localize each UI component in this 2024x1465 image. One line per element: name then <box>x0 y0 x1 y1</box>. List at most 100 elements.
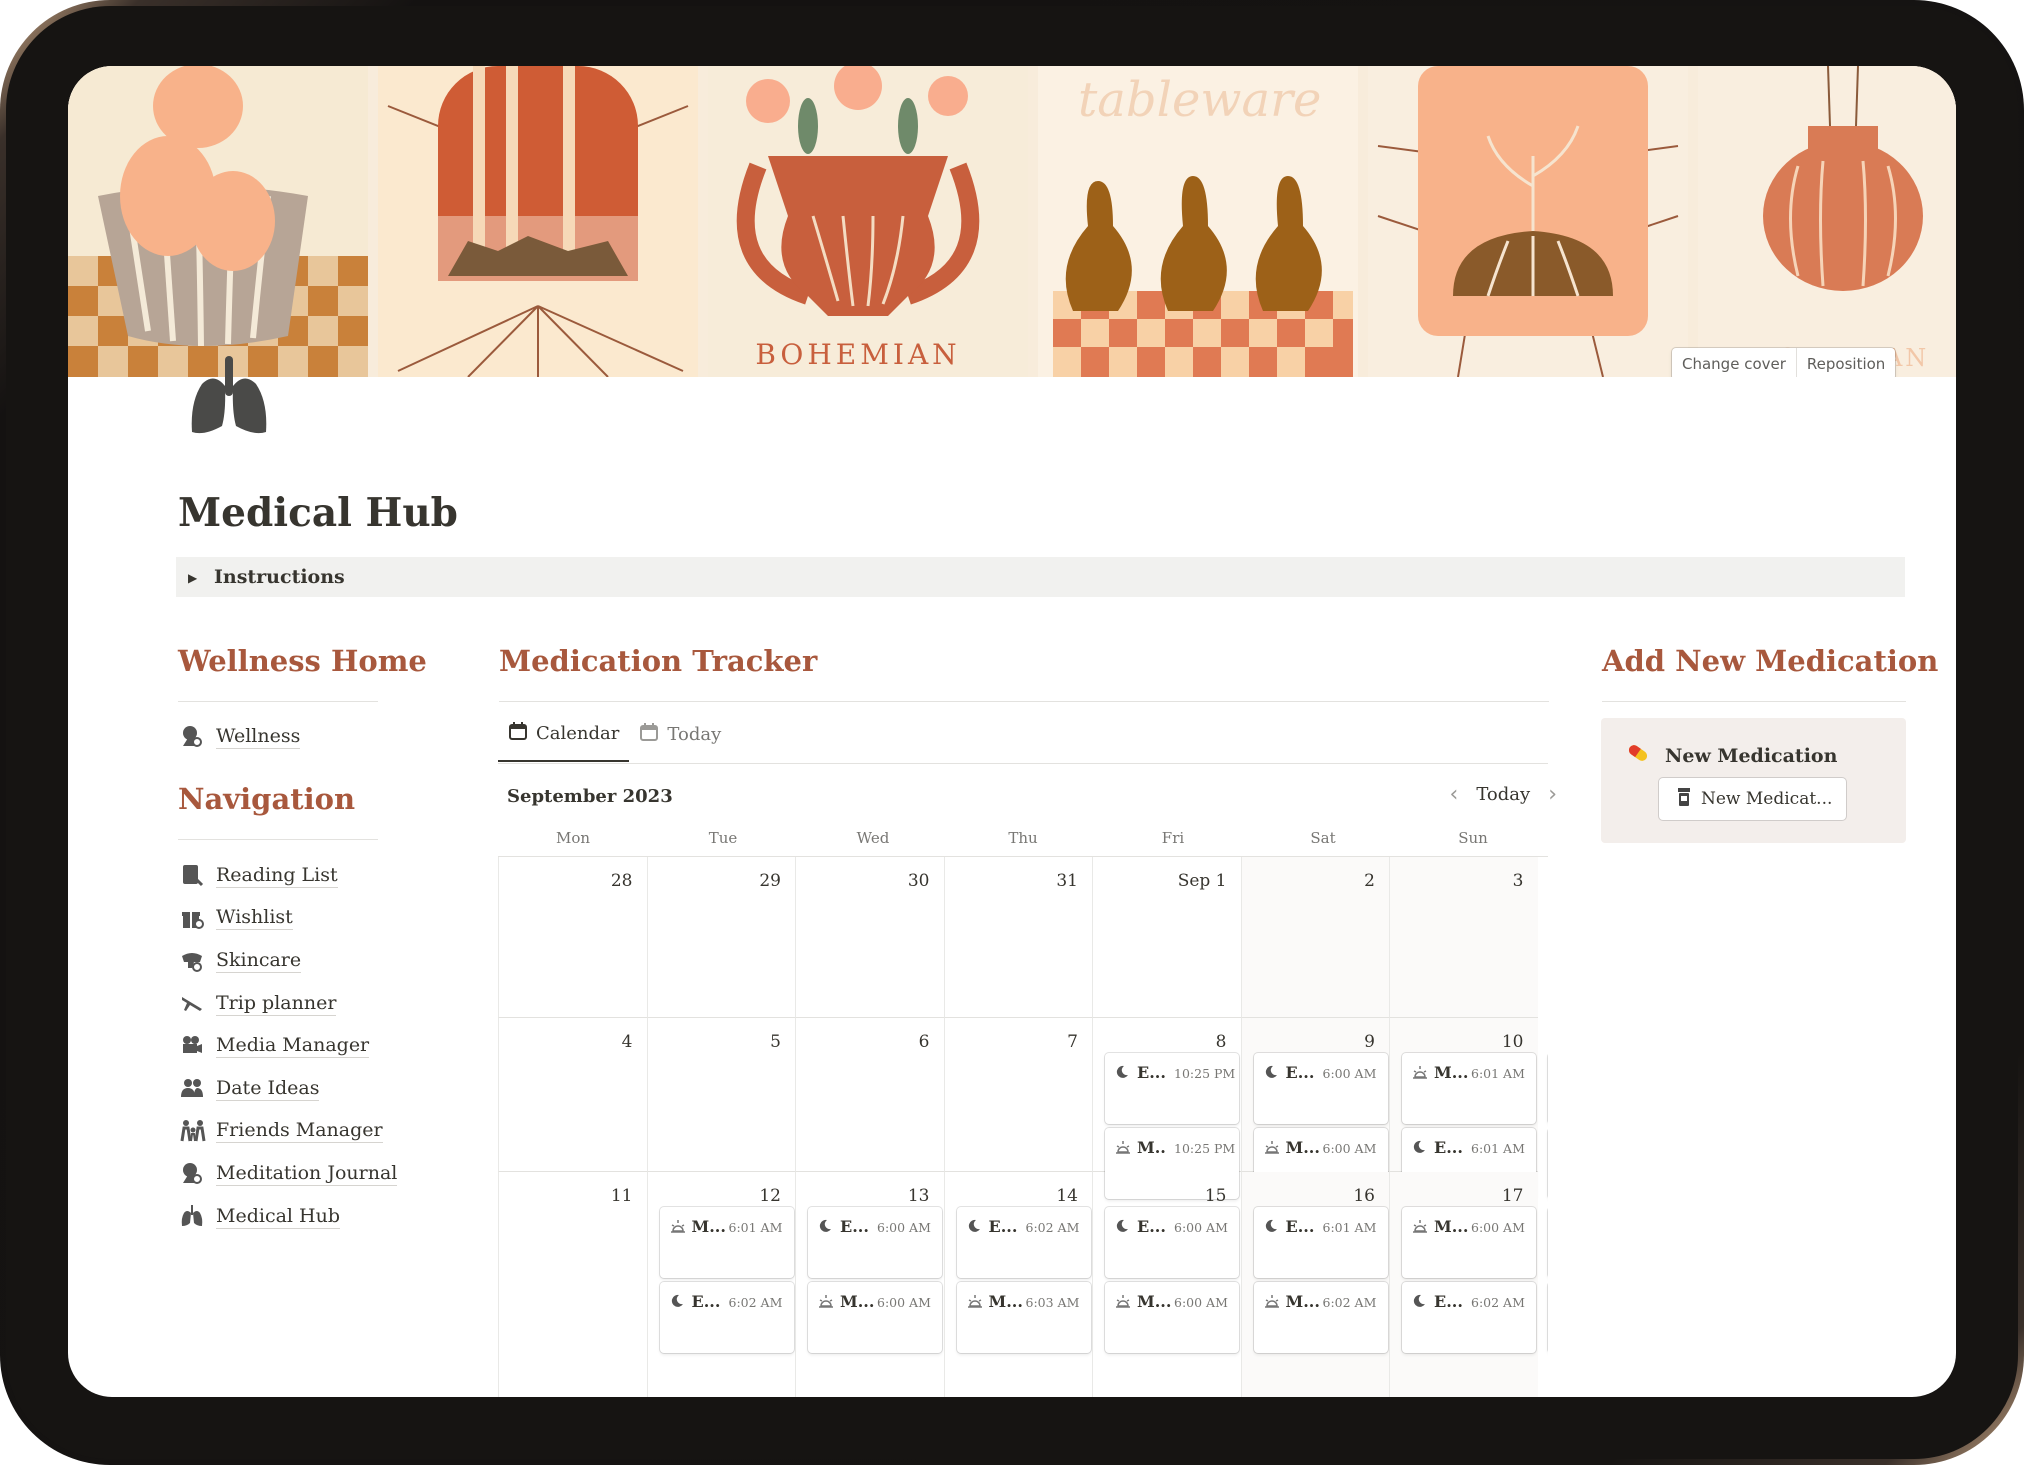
moon-icon <box>1264 1065 1278 1083</box>
calendar-day[interactable]: 7 <box>943 1018 1092 1172</box>
calendar-day[interactable]: 31 <box>943 857 1092 1018</box>
calendar-day[interactable]: 16 E... 6:01 AM M... 6:02 AM <box>1240 1172 1389 1397</box>
event-time: 6:01 AM <box>1471 1066 1525 1081</box>
medication-event[interactable]: E <box>1547 1282 1548 1353</box>
day-number: 30 <box>907 871 930 891</box>
medication-event[interactable]: M... 6:03 AM <box>956 1282 1091 1353</box>
couple-icon <box>180 1073 210 1103</box>
medication-event[interactable]: E... 6:00 AM <box>1105 1207 1239 1278</box>
moon-icon <box>1412 1140 1426 1158</box>
calendar-day[interactable]: 12 M... 6:01 AM E... 6:02 AM <box>646 1172 796 1397</box>
calendar-day[interactable]: 14 E... 6:02 AM M... 6:03 AM <box>943 1172 1093 1397</box>
sunrise-icon <box>818 1294 834 1312</box>
pill-bottle-icon <box>1677 787 1691 812</box>
day-number: 29 <box>759 871 781 891</box>
calendar-day[interactable]: 8 E... 10:25 PM M.. 10:25 PM <box>1092 1018 1241 1199</box>
chevron-left-icon[interactable]: ‹ <box>1450 782 1459 807</box>
calendar-day[interactable]: 28 <box>498 857 647 1018</box>
weekday-label: Mon <box>555 829 591 847</box>
medication-event[interactable]: M... 6:00 AM <box>1402 1207 1536 1278</box>
medication-event[interactable]: M... 6:01 AM <box>659 1207 794 1278</box>
triangle-right-icon[interactable]: ▶ <box>188 558 208 598</box>
medication-event[interactable]: E... 10:25 PM <box>1105 1053 1239 1124</box>
event-time: 6:01 AM <box>1322 1220 1377 1235</box>
new-medication-card: New Medication New Medicat... <box>1601 718 1906 843</box>
event-time: 10:25 PM <box>1174 1066 1236 1081</box>
day-number: 2 <box>1364 871 1375 891</box>
tab-calendar[interactable]: Calendar <box>498 706 630 762</box>
calendar-month: September 2023 <box>507 786 673 807</box>
instructions-toggle[interactable]: ▶ Instructions <box>176 557 1905 597</box>
event-time: 6:00 AM <box>1174 1295 1228 1310</box>
medication-event[interactable]: E... 6:02 AM <box>659 1282 794 1353</box>
calendar-day[interactable]: 9 E... 6:00 AM M... 6:00 AM <box>1240 1018 1389 1199</box>
calendar-day[interactable]: 5 <box>646 1018 795 1172</box>
link-wellness[interactable]: Wellness <box>180 715 301 758</box>
today-button[interactable]: Today <box>1476 784 1530 805</box>
divider <box>499 701 1549 702</box>
reposition-button[interactable]: Reposition <box>1795 348 1895 377</box>
medication-event[interactable]: M... 6:02 AM <box>1253 1282 1388 1353</box>
link-reading-list[interactable]: Reading List <box>180 854 397 897</box>
add-new-medication-heading: Add New Medication <box>1602 644 1939 678</box>
weekday-label: Fri <box>1161 829 1185 847</box>
event-title: M.. <box>1137 1138 1166 1157</box>
calendar-day[interactable]: 29 <box>646 857 795 1018</box>
day-number: 15 <box>1204 1186 1227 1206</box>
calendar-day[interactable]: 3 <box>1389 857 1538 1018</box>
link-meditation-journal[interactable]: Meditation Journal <box>180 1152 398 1195</box>
medication-event[interactable]: E... 6:02 AM <box>956 1207 1091 1278</box>
tab-today[interactable]: Today <box>629 706 731 762</box>
event-title: M... <box>1434 1217 1469 1236</box>
navigation-heading: Navigation <box>178 782 356 816</box>
calendar-day[interactable]: 6 <box>795 1018 944 1172</box>
medication-event[interactable]: E... 6:01 AM <box>1253 1207 1388 1278</box>
link-date-ideas[interactable]: Date Ideas <box>180 1067 397 1110</box>
medication-event[interactable]: M <box>1547 1207 1548 1278</box>
medication-event[interactable]: E... 6:02 AM <box>1402 1282 1536 1353</box>
medication-event[interactable]: E... 6:00 AM <box>808 1207 942 1278</box>
medication-event[interactable]: M <box>1547 1128 1548 1199</box>
calendar-day[interactable]: 17 M... 6:00 AM E... 6:02 AM <box>1389 1172 1538 1397</box>
calendar-week: 28 29 30 31 Sep 1 2 3 <box>498 857 1548 1018</box>
calendar-icon <box>639 722 659 747</box>
event-title: E... <box>988 1217 1018 1236</box>
page-title[interactable]: Medical Hub <box>178 490 458 536</box>
medication-event[interactable]: M... 6:00 AM <box>808 1282 942 1353</box>
calendar-day[interactable]: 30 <box>795 857 944 1018</box>
head-person-icon <box>180 721 210 751</box>
calendar-day[interactable]: Sep 1 <box>1092 857 1241 1018</box>
day-number: 5 <box>770 1032 781 1052</box>
medication-event[interactable]: E... 6:00 AM <box>1253 1053 1388 1124</box>
event-title: E... <box>1137 1217 1166 1236</box>
link-friends-manager[interactable]: Friends Manager <box>180 1110 397 1153</box>
medication-event[interactable]: M... 6:00 AM <box>1105 1282 1239 1353</box>
calendar-week: 4 5 6 7 8 E... 10:25 PM M.. 10:25 PM 9 E... 6:00 AM… <box>498 1018 1548 1199</box>
cover-art-text: BOHEMIAN <box>755 338 960 371</box>
link-media-manager[interactable]: Media Manager <box>180 1024 397 1067</box>
new-medication-button[interactable]: New Medicat... <box>1659 778 1846 820</box>
chevron-right-icon[interactable]: › <box>1548 782 1557 807</box>
lungs-icon[interactable] <box>184 352 274 442</box>
medication-event[interactable]: M... 6:01 AM <box>1402 1053 1536 1124</box>
link-wishlist[interactable]: Wishlist <box>180 897 397 940</box>
calendar-day[interactable]: 4 <box>498 1018 647 1172</box>
event-title: E... <box>1434 1138 1463 1157</box>
pill-icon <box>1625 740 1651 771</box>
day-number: 9 <box>1364 1032 1375 1052</box>
cover-illustration: BOHEMIAN tableware BO <box>68 66 1956 377</box>
calendar-day[interactable]: 10 M... 6:01 AM E... 6:01 AM <box>1389 1018 1538 1199</box>
calendar-day[interactable]: 2 <box>1240 857 1389 1018</box>
calendar-day[interactable]: 11 <box>498 1172 647 1397</box>
calendar-grid: 28 29 30 31 Sep 1 2 3 4 5 6 7 8 E... 10:25 PM M.. 10:25… <box>498 856 1548 1397</box>
medication-event[interactable]: E <box>1547 1053 1548 1124</box>
event-time: 6:00 AM <box>877 1220 931 1235</box>
video-camera-icon <box>180 1031 210 1061</box>
moon-icon <box>967 1219 981 1237</box>
change-cover-button[interactable]: Change cover <box>1672 348 1796 377</box>
link-trip-planner[interactable]: Trip planner <box>180 982 397 1025</box>
link-medical-hub[interactable]: Medical Hub <box>180 1195 397 1238</box>
calendar-day[interactable]: 13 E... 6:00 AM M... 6:00 AM <box>795 1172 944 1397</box>
calendar-day[interactable]: 15 E... 6:00 AM M... 6:00 AM <box>1092 1172 1241 1397</box>
link-skincare[interactable]: Skincare <box>180 939 397 982</box>
